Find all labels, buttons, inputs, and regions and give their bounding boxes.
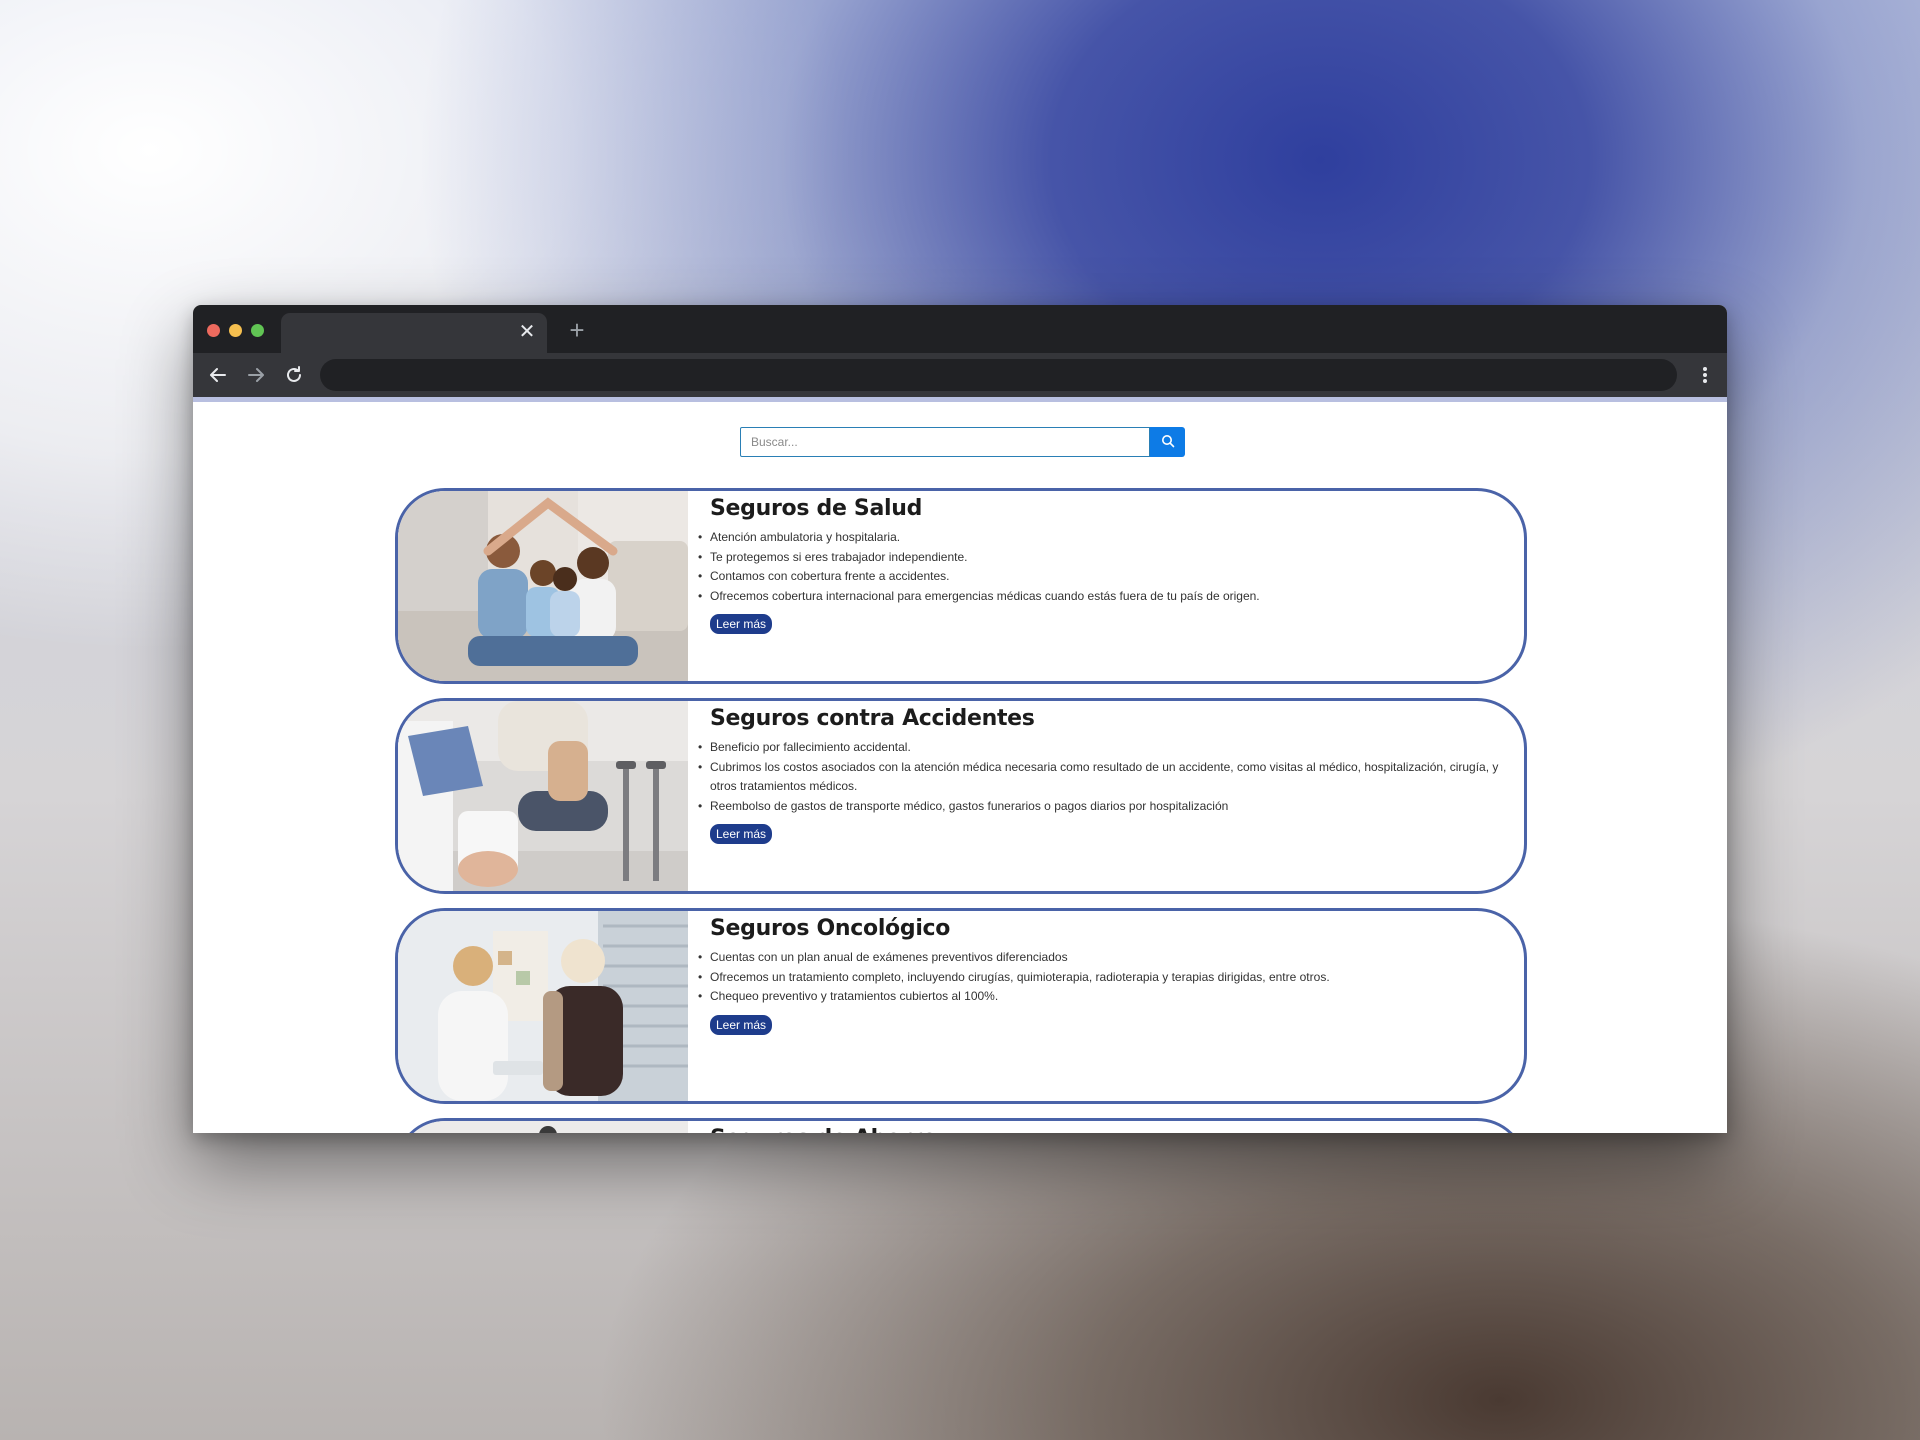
card-body: Seguros de Salud Atención ambulatoria y … xyxy=(698,494,1510,634)
list-item: Cubrimos los costos asociados con la ate… xyxy=(698,758,1510,797)
search-button[interactable] xyxy=(1150,427,1185,457)
card-title: Seguros de Salud xyxy=(710,496,923,521)
browser-titlebar: ✕ + xyxy=(193,305,1727,353)
card-title: Seguros Oncológico xyxy=(710,916,951,941)
card-body: Seguros contra Accidentes Beneficio por … xyxy=(698,704,1510,844)
card-benefits-list: Beneficio por fallecimiento accidental. … xyxy=(698,738,1510,817)
maximize-window-button[interactable] xyxy=(251,324,264,337)
search-input[interactable] xyxy=(740,427,1150,457)
insurance-card-salud: Seguros de Salud Atención ambulatoria y … xyxy=(395,488,1527,684)
browser-window: ✕ + Buscar... Seguros de Salud • Atenció… xyxy=(193,305,1727,1133)
card-body: Seguros Oncológico Cuentas con un plan a… xyxy=(698,914,1510,1035)
list-item: Ofrecemos un tratamiento completo, inclu… xyxy=(698,968,1510,988)
list-item: Chequeo preventivo y tratamientos cubier… xyxy=(698,987,1510,1007)
list-item: Beneficio por fallecimiento accidental. xyxy=(698,738,1510,758)
back-arrow-icon[interactable] xyxy=(204,361,232,389)
family-photo xyxy=(398,491,688,681)
new-tab-button[interactable]: + xyxy=(563,317,591,345)
tab-close-icon[interactable]: ✕ xyxy=(517,322,537,342)
read-more-button[interactable]: Leer más xyxy=(710,614,773,634)
kebab-menu-icon[interactable] xyxy=(1695,361,1715,389)
list-item: Reembolso de gastos de transporte médico… xyxy=(698,797,1510,817)
list-item: Contamos con cobertura frente a accident… xyxy=(698,567,1510,587)
browser-tab[interactable]: ✕ xyxy=(281,313,547,353)
card-benefits-list: Cuentas con un plan anual de exámenes pr… xyxy=(698,948,1510,1007)
search-bar xyxy=(740,427,1185,457)
browser-toolbar xyxy=(193,353,1727,397)
forward-arrow-icon[interactable] xyxy=(242,361,270,389)
search-icon xyxy=(1161,434,1175,451)
card-title: Seguros contra Accidentes xyxy=(710,706,1035,731)
card-title: Seguros de Ahorro xyxy=(710,1124,1510,1133)
card-body: Seguros de Ahorro xyxy=(710,1124,1510,1133)
minimize-window-button[interactable] xyxy=(229,324,242,337)
card-benefits-list: Atención ambulatoria y hospitalaria. Te … xyxy=(698,528,1510,607)
list-item: Atención ambulatoria y hospitalaria. xyxy=(698,528,1510,548)
list-item: Te protegemos si eres trabajador indepen… xyxy=(698,548,1510,568)
list-item: Ofrecemos cobertura internacional para e… xyxy=(698,587,1510,607)
read-more-button[interactable]: Leer más xyxy=(710,1014,773,1035)
page-content: Seguros de Salud Atención ambulatoria y … xyxy=(193,402,1727,1133)
address-bar[interactable] xyxy=(320,359,1677,391)
read-more-button[interactable]: Leer más xyxy=(710,824,773,844)
reload-icon[interactable] xyxy=(280,361,308,389)
insurance-card-accidentes: Seguros contra Accidentes Beneficio por … xyxy=(395,698,1527,894)
insurance-card-oncologico: Seguros Oncológico Cuentas con un plan a… xyxy=(395,908,1527,1104)
close-window-button[interactable] xyxy=(207,324,220,337)
injured-leg-crutches-photo xyxy=(398,701,688,891)
list-item: Cuentas con un plan anual de exámenes pr… xyxy=(698,948,1510,968)
savings-photo xyxy=(398,1121,688,1133)
insurance-card-ahorro: Seguros de Ahorro xyxy=(395,1118,1527,1133)
doctor-patient-photo xyxy=(398,911,688,1101)
